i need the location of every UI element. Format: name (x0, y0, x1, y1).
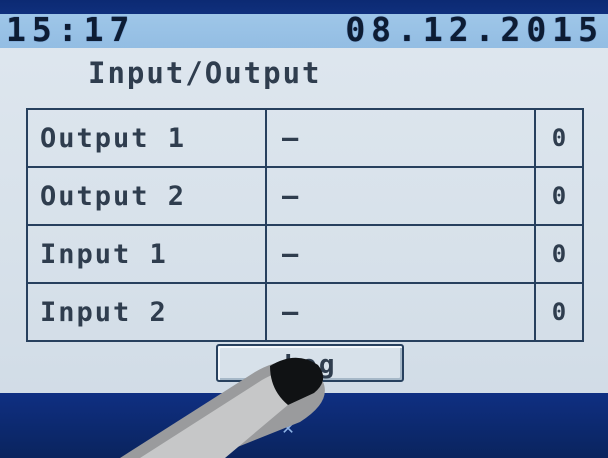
stylus-pointer (120, 357, 325, 458)
device-screen: 15:17 08.12.2015 Input/Output Output 1 —… (0, 0, 608, 458)
